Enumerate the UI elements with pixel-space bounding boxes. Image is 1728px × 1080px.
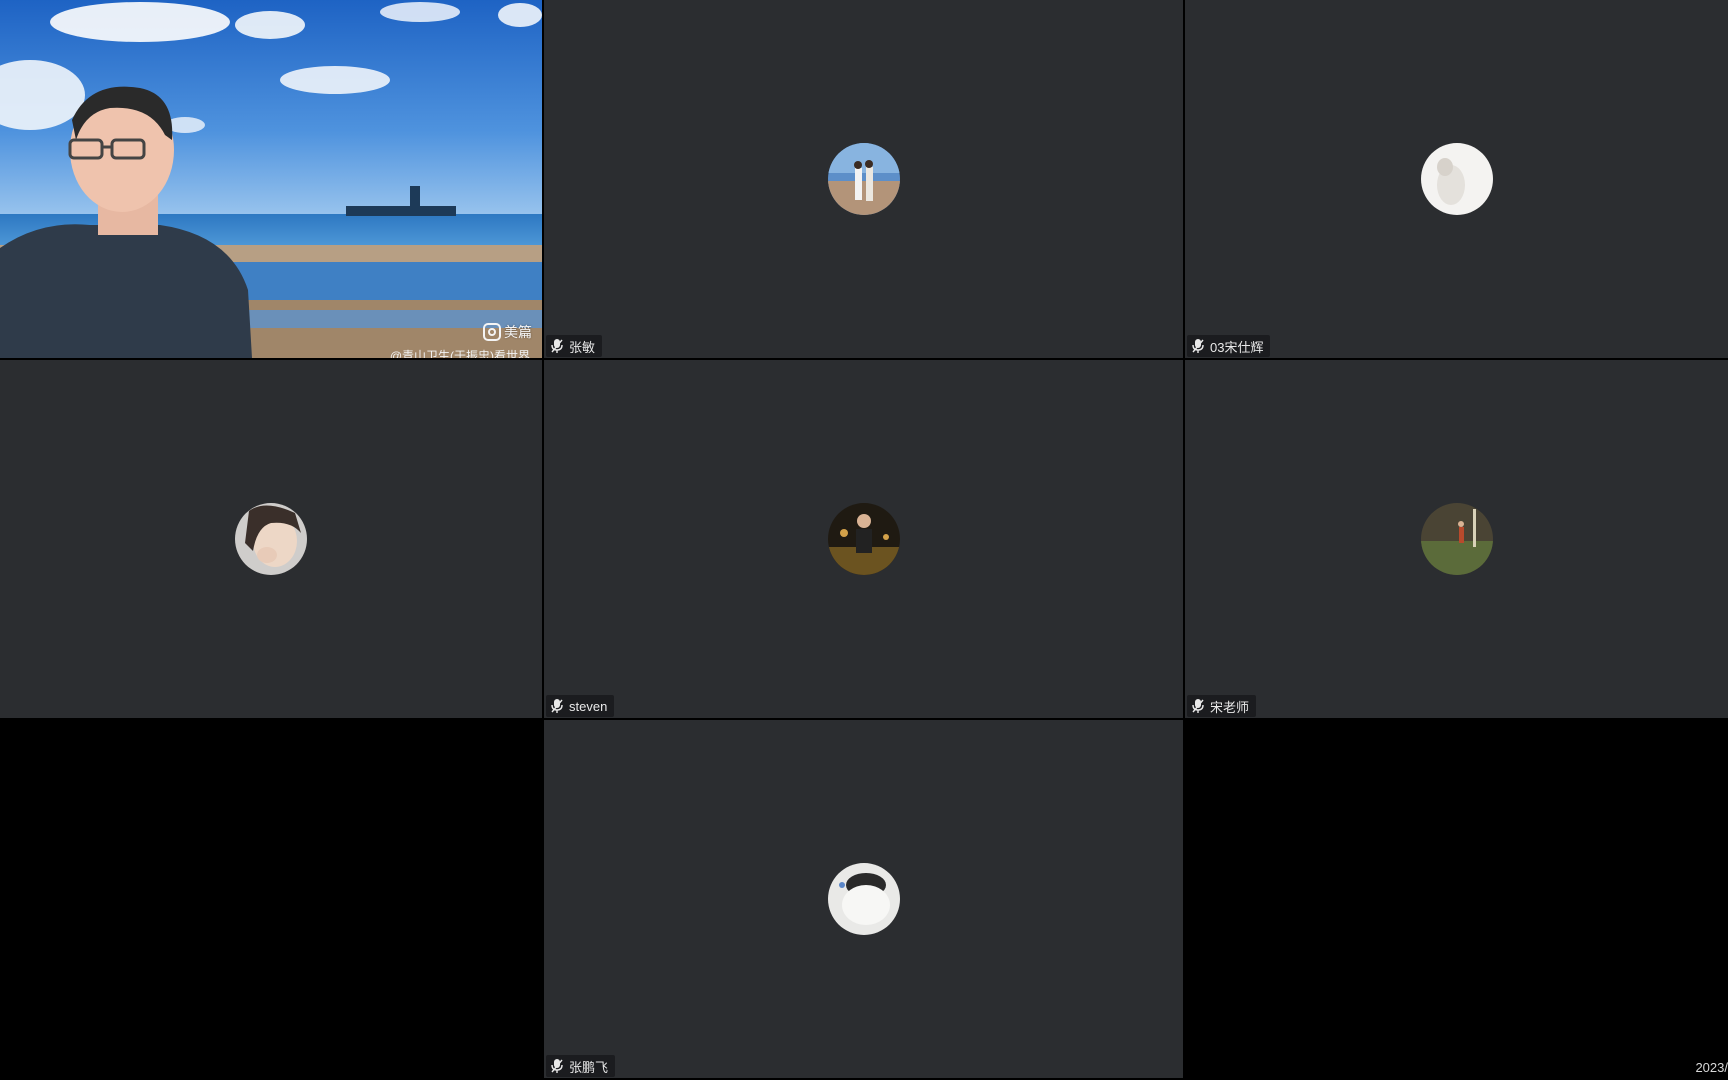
participant-avatar xyxy=(1420,143,1493,215)
participant-tile[interactable]: steven xyxy=(544,360,1183,718)
microphone-icon xyxy=(551,1059,563,1073)
participant-tile[interactable]: 张鹏飞 xyxy=(544,720,1183,1078)
microphone-icon xyxy=(551,699,563,713)
participant-avatar xyxy=(235,503,307,575)
microphone-icon xyxy=(551,339,563,353)
video-caption: @青山卫生(于振忠)看世界 xyxy=(389,349,530,358)
participant-name: 宋老师 xyxy=(1210,699,1250,715)
timestamp: 2023/ xyxy=(1695,1060,1728,1075)
watermark-logo: 美篇 xyxy=(483,322,532,342)
meipian-logo-icon xyxy=(483,323,501,341)
participant-name: 张敏 xyxy=(569,339,596,355)
participant-name: 03宋仕辉 xyxy=(1210,339,1264,355)
microphone-icon xyxy=(1192,339,1204,353)
participant-tile[interactable]: 宋老师 xyxy=(1185,360,1728,718)
watermark-text: 美篇 xyxy=(504,324,532,340)
participant-nametag: 张鹏飞 xyxy=(546,1055,616,1077)
participant-avatar xyxy=(827,503,900,575)
empty-tile: 2023/ xyxy=(1185,720,1728,1080)
participant-tile[interactable]: 03宋仕辉 xyxy=(1185,0,1728,358)
participant-nametag: 宋老师 xyxy=(1187,695,1257,717)
participant-tile[interactable]: 张敏 xyxy=(544,0,1183,358)
participant-name: steven xyxy=(569,698,608,714)
participant-avatar xyxy=(1420,503,1493,575)
participant-avatar xyxy=(827,143,900,215)
video-tile-self[interactable]: 美篇 @青山卫生(于振忠)看世界 xyxy=(0,0,542,358)
participant-nametag: 张敏 xyxy=(546,335,603,357)
empty-tile xyxy=(0,720,542,1080)
participant-avatar xyxy=(827,863,900,935)
participant-video xyxy=(0,0,542,358)
participant-name: 张鹏飞 xyxy=(569,1059,609,1075)
participant-nametag: 03宋仕辉 xyxy=(1187,335,1271,357)
microphone-icon xyxy=(1192,699,1204,713)
participant-nametag: steven xyxy=(546,695,615,717)
participant-tile[interactable] xyxy=(0,360,542,718)
